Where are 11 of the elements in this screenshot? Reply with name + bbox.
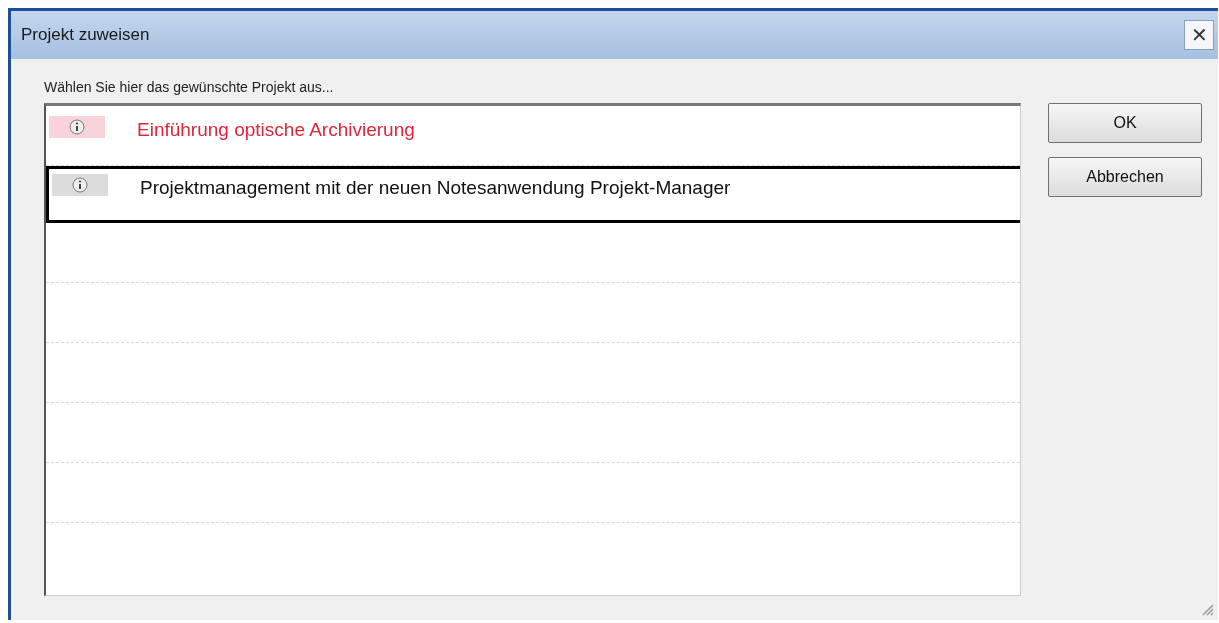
instruction-text: Wählen Sie hier das gewünschte Projekt aus... xyxy=(44,78,335,97)
info-icon xyxy=(49,116,105,138)
dialog-button[interactable]: Abbrechen xyxy=(1048,157,1202,197)
window-title: Projekt zuweisen xyxy=(21,24,150,47)
dialog-button[interactable]: OK xyxy=(1048,103,1202,143)
info-icon xyxy=(52,174,108,196)
close-button[interactable]: ✕ xyxy=(1184,20,1214,50)
project-title: Einführung optische Archivierung xyxy=(137,118,415,142)
project-title: Projektmanagement mit der neuen Notesanwendung Projekt-Manager xyxy=(140,176,731,200)
project-row[interactable]: Einführung optische Archivierung xyxy=(46,106,1020,166)
project-row[interactable]: Projektmanagement mit der neuen Notesanwendung Projekt-Manager xyxy=(46,166,1020,223)
